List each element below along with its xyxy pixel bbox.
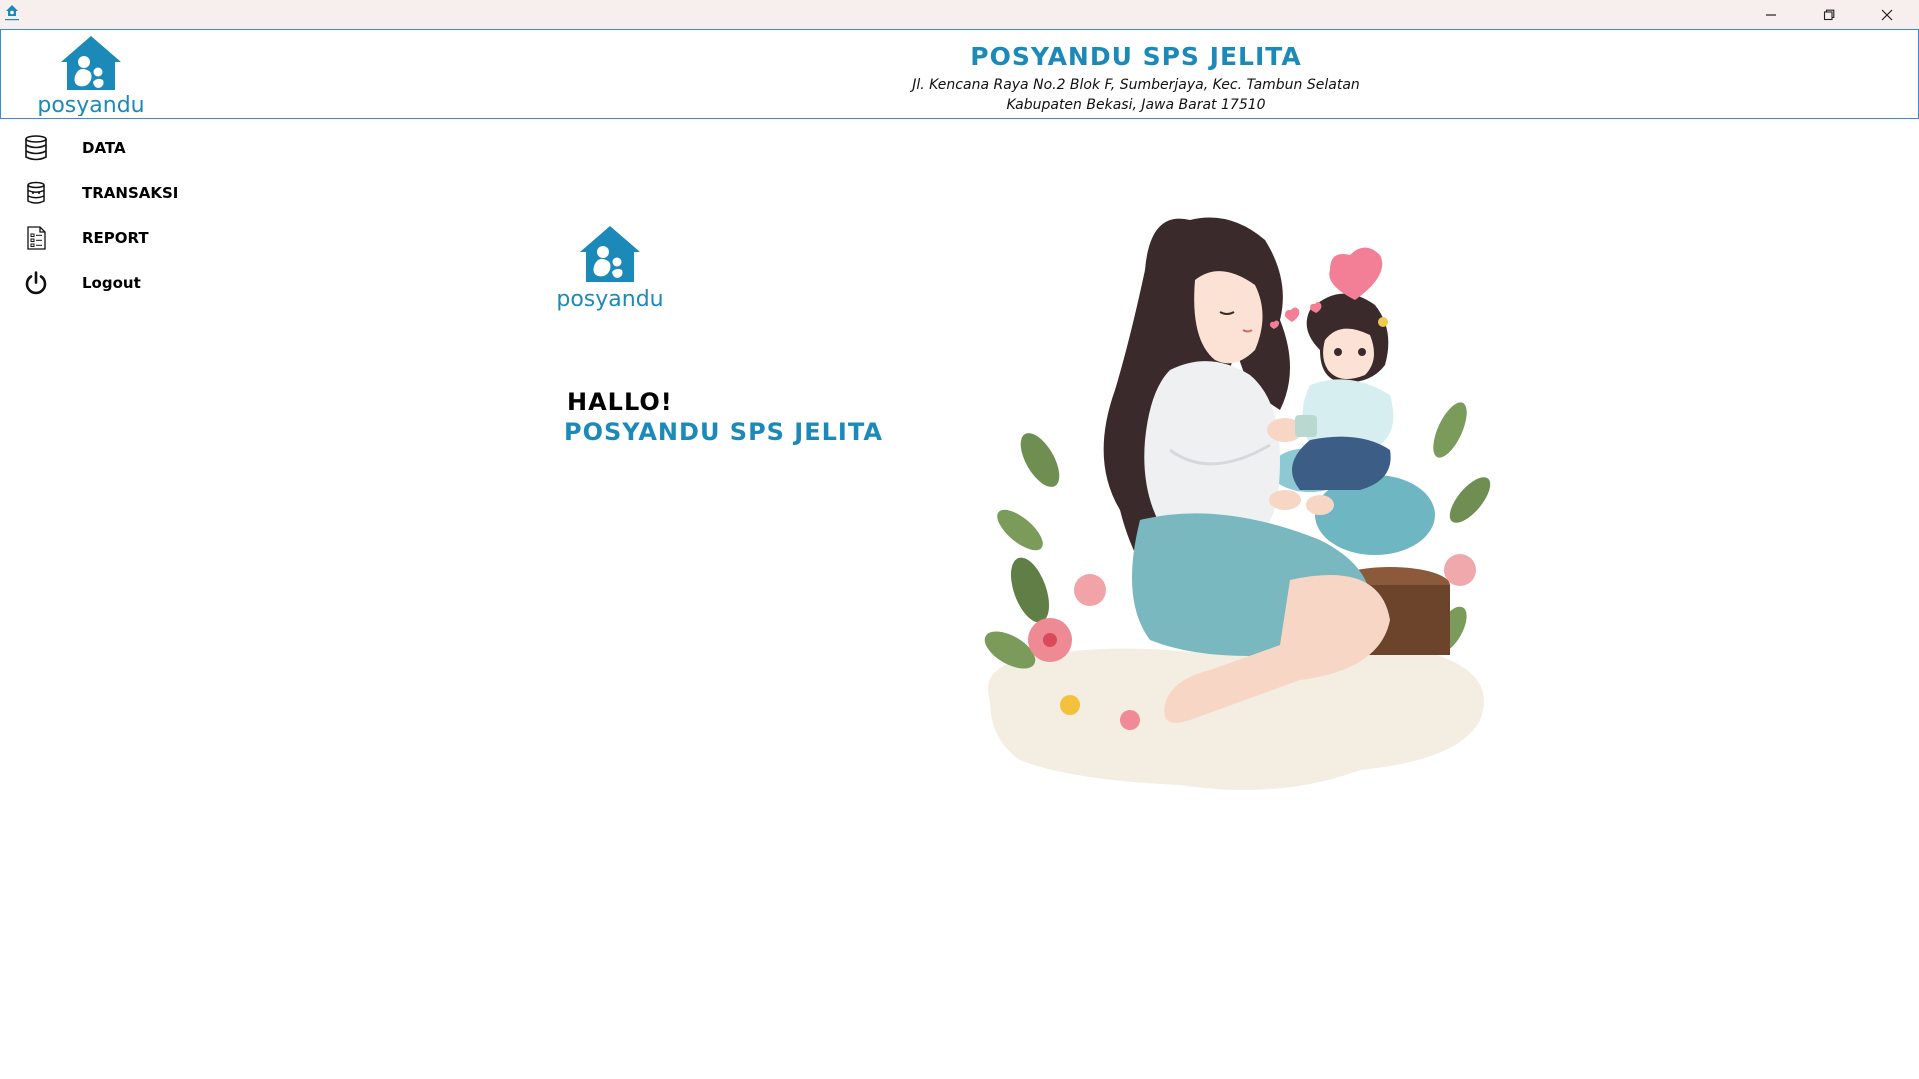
header-logo-text: posyandu bbox=[37, 93, 144, 116]
report-icon bbox=[27, 226, 46, 250]
minimize-button[interactable] bbox=[1742, 0, 1800, 29]
header-title: POSYANDU SPS JELITA bbox=[970, 42, 1302, 71]
greeting-name: POSYANDU SPS JELITA bbox=[564, 418, 883, 446]
header-address-line2: Kabupaten Bekasi, Jawa Barat 17510 bbox=[1006, 97, 1266, 113]
window-titlebar bbox=[0, 0, 1919, 30]
close-button[interactable] bbox=[1858, 0, 1916, 29]
mother-child-illustration bbox=[984, 217, 1491, 790]
sidebar-item-label: Logout bbox=[82, 274, 141, 292]
app-icon bbox=[5, 5, 19, 21]
main-logo-text: posyandu bbox=[556, 287, 663, 312]
power-icon bbox=[25, 271, 47, 295]
sidebar-item-label: TRANSAKSI bbox=[82, 184, 179, 202]
sidebar-item-transaksi[interactable]: TRANSAKSI bbox=[0, 175, 200, 211]
sidebar-item-label: REPORT bbox=[82, 229, 149, 247]
restore-icon bbox=[1823, 9, 1835, 20]
app-header: posyandu POSYANDU SPS JELITA Jl. Kencana… bbox=[0, 29, 1919, 119]
sidebar-item-data[interactable]: DATA bbox=[0, 130, 200, 166]
posyandu-logo: posyandu bbox=[37, 36, 145, 116]
close-icon bbox=[1881, 9, 1893, 20]
sidebar-item-report[interactable]: REPORT bbox=[0, 220, 200, 256]
sidebar-item-logout[interactable]: Logout bbox=[0, 265, 200, 301]
transaction-database-icon bbox=[27, 181, 45, 204]
greeting-title: HALLO! bbox=[567, 388, 673, 416]
database-icon bbox=[25, 135, 47, 161]
minimize-icon bbox=[1766, 13, 1776, 16]
sidebar-item-label: DATA bbox=[82, 139, 126, 157]
restore-button[interactable] bbox=[1800, 0, 1858, 29]
main-posyandu-logo: posyandu bbox=[556, 226, 664, 312]
header-address-line1: Jl. Kencana Raya No.2 Blok F, Sumberjaya… bbox=[912, 77, 1360, 93]
